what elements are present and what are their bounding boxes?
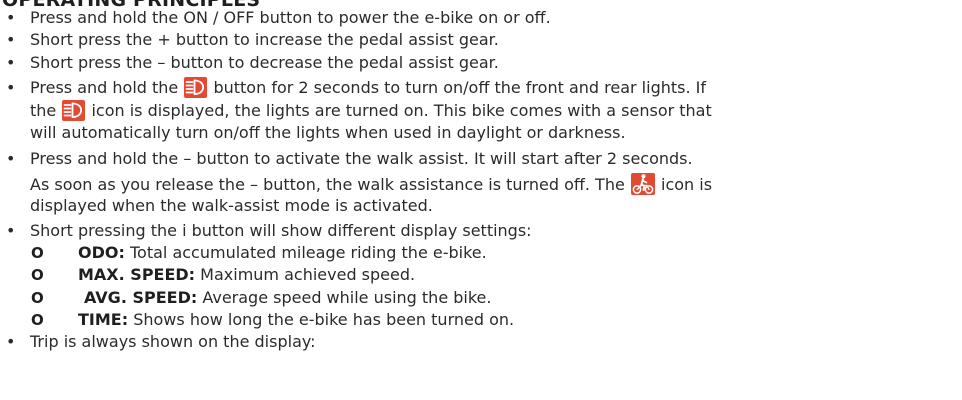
sub-list-marker: O (31, 311, 44, 329)
instruction-lights-text-a: Press and hold the (30, 78, 179, 97)
bullet-marker: • (6, 78, 16, 97)
instruction-walk-text-c: icon is (661, 175, 713, 194)
instruction-lights-line-1: Press and hold the button for 2 seconds … (30, 77, 706, 99)
instruction-lights-text-b: button for 2 seconds to turn on/off the … (213, 78, 706, 97)
instruction-walk-line-2: As soon as you release the – button, the… (30, 173, 712, 196)
setting-description: Average speed while using the bike. (202, 288, 492, 307)
instruction-minus: Short press the – button to decrease the… (30, 53, 499, 72)
bullet-marker: • (6, 8, 16, 27)
instruction-plus: Short press the + button to increase the… (30, 30, 499, 49)
walk-assist-icon (630, 173, 655, 195)
sub-list-marker: O (31, 266, 44, 284)
manual-section: OPERATING PRINCIPLES • Press and hold th… (0, 0, 962, 400)
instruction-walk-line-1: Press and hold the – button to activate … (30, 149, 693, 168)
instruction-power: Press and hold the ON / OFF button to po… (30, 8, 551, 27)
instruction-lights-line-3: will automatically turn on/off the light… (30, 123, 626, 142)
headlight-icon (62, 100, 86, 121)
instruction-walk-line-3: displayed when the walk-assist mode is a… (30, 196, 433, 215)
bullet-marker: • (6, 221, 16, 240)
setting-term: ODO: (78, 243, 125, 262)
setting-time: TIME: Shows how long the e-bike has been… (78, 309, 514, 331)
setting-description: Maximum achieved speed. (200, 265, 416, 284)
sub-list-marker: O (31, 289, 44, 307)
instruction-walk-text-b: As soon as you release the – button, the… (30, 175, 625, 194)
setting-description: Total accumulated mileage riding the e-b… (129, 243, 487, 262)
bullet-marker: • (6, 149, 16, 168)
instruction-info: Short pressing the i button will show di… (30, 221, 532, 240)
setting-avg-speed: AVG. SPEED: Average speed while using th… (84, 287, 491, 309)
setting-term: AVG. SPEED: (84, 288, 198, 307)
setting-max-speed: MAX. SPEED: Maximum achieved speed. (78, 264, 415, 286)
headlight-icon (184, 77, 208, 98)
instruction-lights-text-d: icon is displayed, the lights are turned… (91, 101, 712, 120)
instruction-lights-line-2: the icon is displayed, the lights are tu… (30, 100, 712, 122)
instruction-trip: Trip is always shown on the display: (30, 332, 316, 351)
sub-list-marker: O (31, 244, 44, 262)
setting-term: MAX. SPEED: (78, 265, 196, 284)
setting-term: TIME: (78, 310, 129, 329)
bullet-marker: • (6, 332, 16, 351)
setting-description: Shows how long the e-bike has been turne… (133, 310, 515, 329)
bullet-marker: • (6, 30, 16, 49)
setting-odo: ODO: Total accumulated mileage riding th… (78, 242, 487, 264)
bullet-marker: • (6, 53, 16, 72)
instruction-lights-text-c: the (30, 101, 57, 120)
